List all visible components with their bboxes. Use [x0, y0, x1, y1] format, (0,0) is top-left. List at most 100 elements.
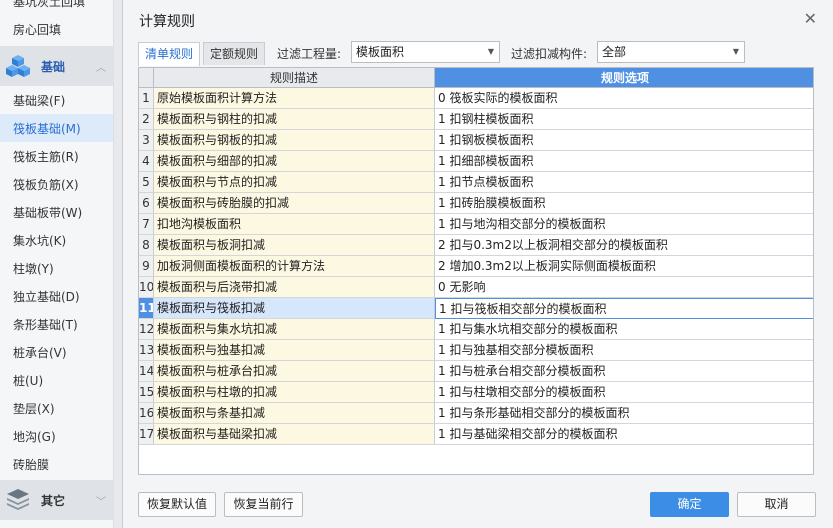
rule-description-cell: 模板面积与钢板的扣减	[154, 130, 435, 151]
filter-project-value: 模板面积	[356, 45, 405, 59]
table-row[interactable]: 3 模板面积与钢板的扣减 1 扣钢板模板面积	[139, 130, 813, 151]
table-row[interactable]: 17 模板面积与基础梁扣减 1 扣与基础梁相交部分的模板面积	[139, 424, 813, 445]
table-row[interactable]: 16 模板面积与条基扣减 1 扣与条形基础相交部分的模板面积	[139, 403, 813, 424]
row-number: 6	[139, 193, 154, 214]
rule-option-cell[interactable]: 1 扣与桩承台相交部分模板面积	[435, 361, 813, 382]
rule-description-cell: 模板面积与节点的扣减	[154, 172, 435, 193]
sidebar-item-pile-cap[interactable]: 桩承台(V)	[13, 345, 67, 361]
rule-option-cell[interactable]: 1 扣细部模板面积	[435, 151, 813, 172]
rule-option-cell[interactable]: 1 扣与地沟相交部分的模板面积	[435, 214, 813, 235]
filter-member-value: 全部	[602, 45, 627, 59]
header-rule-description[interactable]: 规则描述	[154, 68, 435, 88]
rule-description-cell: 模板面积与砖胎膜的扣减	[154, 193, 435, 214]
table-row[interactable]: 13 模板面积与独基扣减 1 扣与独基相交部分模板面积	[139, 340, 813, 361]
row-number-header	[139, 68, 154, 88]
rule-option-cell[interactable]: 2 扣与0.3m2以上板洞相交部分的模板面积	[435, 235, 813, 256]
row-number: 2	[139, 109, 154, 130]
row-number: 8	[139, 235, 154, 256]
rule-description-cell: 扣地沟模板面积	[154, 214, 435, 235]
filter-project-select[interactable]: 模板面积 ▼	[351, 41, 500, 63]
rule-option-cell[interactable]: 1 扣节点模板面积	[435, 172, 813, 193]
table-row[interactable]: 2 模板面积与钢柱的扣减 1 扣钢柱模板面积	[139, 109, 813, 130]
chevron-down-icon: ▼	[732, 47, 739, 56]
table-row[interactable]: 4 模板面积与细部的扣减 1 扣细部模板面积	[139, 151, 813, 172]
rule-option-cell[interactable]: 1 扣与基础梁相交部分的模板面积	[435, 424, 813, 445]
close-icon[interactable]: ✕	[804, 9, 817, 28]
sidebar-item-cushion[interactable]: 垫层(X)	[13, 401, 55, 417]
sidebar-item-pit-backfill[interactable]: 基坑灰土回填	[13, 0, 85, 10]
rule-option-cell[interactable]: 1 扣钢柱模板面积	[435, 109, 813, 130]
rule-description-cell: 原始模板面积计算方法	[154, 88, 435, 109]
rule-option-cell[interactable]: 0 筏板实际的模板面积	[435, 88, 813, 109]
row-number: 10	[139, 277, 154, 298]
table-row[interactable]: 6 模板面积与砖胎膜的扣减 1 扣砖胎膜模板面积	[139, 193, 813, 214]
row-number: 9	[139, 256, 154, 277]
chevron-up-icon[interactable]: ︿	[96, 59, 106, 74]
table-row[interactable]: 10 模板面积与后浇带扣减 0 无影响	[139, 277, 813, 298]
table-row[interactable]: 12 模板面积与集水坑扣减 1 扣与集水坑相交部分的模板面积	[139, 319, 813, 340]
tab-quota-rules[interactable]: 定额规则	[203, 42, 266, 65]
filter-member-select[interactable]: 全部 ▼	[597, 41, 745, 63]
sidebar-group-foundation[interactable]: 基础 ︿	[0, 46, 113, 86]
sidebar-item-sump-pit[interactable]: 集水坑(K)	[13, 233, 66, 249]
sidebar: 基坑灰土回填 房心回填 基础 ︿ 基础梁(F) 筏板基础(M) 筏板主筋(R) …	[0, 0, 114, 528]
header-rule-option[interactable]: 规则选项	[435, 68, 813, 88]
sidebar-item-trench[interactable]: 地沟(G)	[13, 429, 56, 445]
rule-description-cell: 加板洞侧面模板面积的计算方法	[154, 256, 435, 277]
table-row[interactable]: 1 原始模板面积计算方法 0 筏板实际的模板面积	[139, 88, 813, 109]
rule-description-cell: 模板面积与柱墩的扣减	[154, 382, 435, 403]
restore-current-row-button[interactable]: 恢复当前行	[224, 492, 303, 517]
ok-button[interactable]: 确定	[650, 492, 729, 517]
rules-table: 规则描述 规则选项 1 原始模板面积计算方法 0 筏板实际的模板面积 2 模板面积与钢柱…	[138, 67, 814, 475]
sidebar-item-foundation-beam[interactable]: 基础梁(F)	[13, 93, 65, 109]
rule-description-cell: 模板面积与条基扣减	[154, 403, 435, 424]
sidebar-item-brick-mold[interactable]: 砖胎膜	[13, 457, 49, 473]
cancel-button[interactable]: 取消	[737, 492, 816, 517]
rule-option-cell[interactable]: 1 扣砖胎膜模板面积	[435, 193, 813, 214]
rule-description-cell: 模板面积与独基扣减	[154, 340, 435, 361]
restore-default-button[interactable]: 恢复默认值	[138, 492, 216, 517]
rule-option-cell[interactable]: 1 扣钢板模板面积	[435, 130, 813, 151]
filter-project-label: 过滤工程量:	[277, 47, 342, 61]
rule-option-cell[interactable]: 0 无影响	[435, 277, 813, 298]
sidebar-item-room-backfill[interactable]: 房心回填	[13, 22, 61, 38]
table-row[interactable]: 5 模板面积与节点的扣减 1 扣节点模板面积	[139, 172, 813, 193]
row-number: 4	[139, 151, 154, 172]
table-row[interactable]: 15 模板面积与柱墩的扣减 1 扣与柱墩相交部分的模板面积	[139, 382, 813, 403]
sidebar-item-strip-foundation[interactable]: 条形基础(T)	[13, 317, 78, 333]
sidebar-item-raft-main-rebar[interactable]: 筏板主筋(R)	[13, 149, 79, 165]
filter-member-label: 过滤扣减构件:	[511, 47, 588, 61]
rule-option-cell[interactable]: 1 扣与集水坑相交部分的模板面积	[435, 319, 813, 340]
rule-option-cell[interactable]: 2 增加0.3m2以上板洞实际侧面模板面积	[435, 256, 813, 277]
table-row[interactable]: 7 扣地沟模板面积 1 扣与地沟相交部分的模板面积	[139, 214, 813, 235]
calc-rules-dialog: 计算规则 ✕ 清单规则 定额规则 过滤工程量: 模板面积 ▼ 过滤扣减构件: 全…	[122, 0, 833, 528]
dialog-title: 计算规则	[139, 14, 195, 30]
rule-option-cell[interactable]: 1 扣与条形基础相交部分的模板面积	[435, 403, 813, 424]
tab-bill-rules[interactable]: 清单规则	[138, 42, 201, 66]
sidebar-scrollbar[interactable]	[114, 0, 122, 528]
rule-option-cell[interactable]: 1 扣与柱墩相交部分的模板面积	[435, 382, 813, 403]
sidebar-group-label: 基础	[41, 60, 66, 74]
row-number: 16	[139, 403, 154, 424]
table-row[interactable]: 9 加板洞侧面模板面积的计算方法 2 增加0.3m2以上板洞实际侧面模板面积	[139, 256, 813, 277]
sidebar-group-other[interactable]: 其它 ﹀	[0, 480, 113, 520]
sidebar-item-column-pier[interactable]: 柱墩(Y)	[13, 261, 54, 277]
table-row[interactable]: 11模板面积与筏板扣减1 扣与筏板相交部分的模板面积	[139, 298, 813, 319]
row-number: 13	[139, 340, 154, 361]
sidebar-item-raft-foundation[interactable]: 筏板基础(M)	[13, 121, 81, 137]
sidebar-item-isolated-foundation[interactable]: 独立基础(D)	[13, 289, 80, 305]
row-number: 7	[139, 214, 154, 235]
sidebar-item-raft-negative-rebar[interactable]: 筏板负筋(X)	[13, 177, 79, 193]
rule-description-cell: 模板面积与细部的扣减	[154, 151, 435, 172]
cubes-icon	[5, 54, 31, 81]
rule-option-cell[interactable]: 1 扣与独基相交部分模板面积	[435, 340, 813, 361]
sidebar-item-pile[interactable]: 桩(U)	[13, 373, 43, 389]
row-number: 5	[139, 172, 154, 193]
rule-option-cell[interactable]: 1 扣与筏板相交部分的模板面积	[435, 298, 813, 319]
table-row[interactable]: 14 模板面积与桩承台扣减 1 扣与桩承台相交部分模板面积	[139, 361, 813, 382]
sidebar-item-foundation-strip[interactable]: 基础板带(W)	[13, 205, 82, 221]
row-number: 1	[139, 88, 154, 109]
chevron-down-icon[interactable]: ﹀	[96, 493, 106, 508]
table-row[interactable]: 8 模板面积与板洞扣减 2 扣与0.3m2以上板洞相交部分的模板面积	[139, 235, 813, 256]
row-number: 3	[139, 130, 154, 151]
